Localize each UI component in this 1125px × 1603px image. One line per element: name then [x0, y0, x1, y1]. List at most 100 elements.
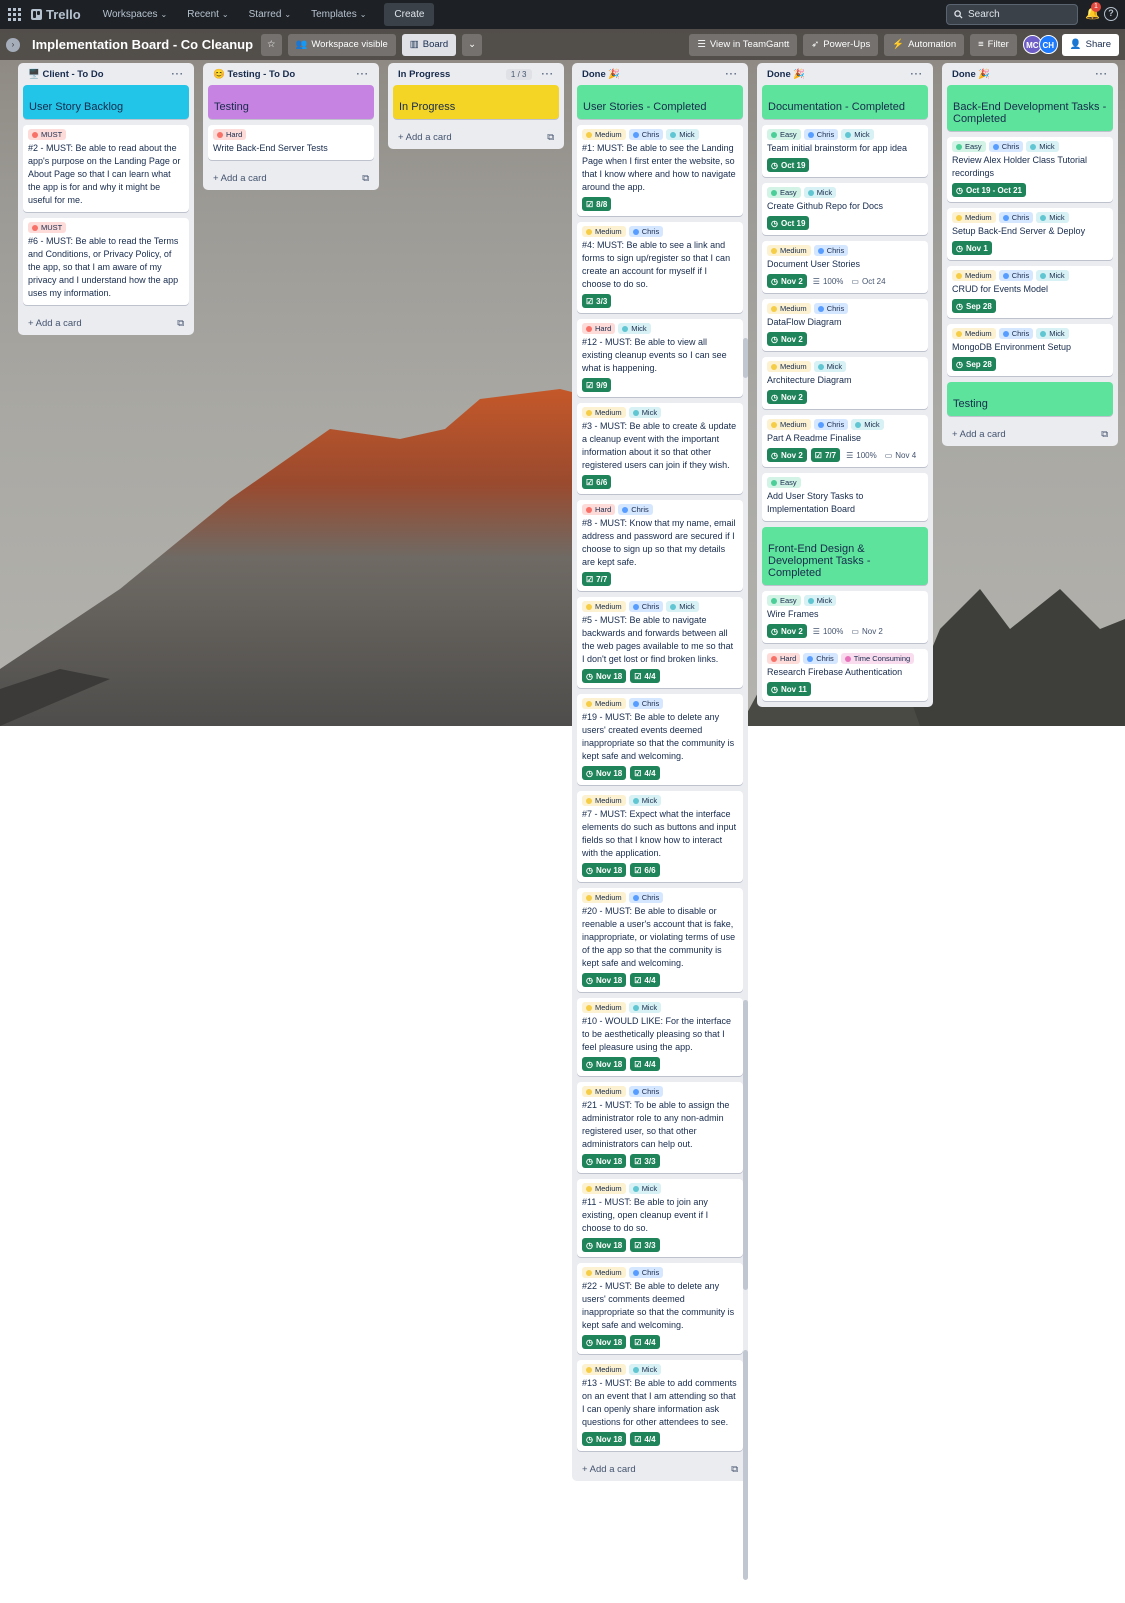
- task-card[interactable]: Medium Chris #22 - MUST: Be able to delete…: [577, 1263, 743, 1354]
- label-medium[interactable]: Medium: [582, 407, 626, 418]
- list-actions-icon[interactable]: ···: [542, 69, 555, 80]
- list-header[interactable]: Done 🎉 ···: [942, 63, 1118, 85]
- section-cover-card[interactable]: Documentation - Completed: [762, 85, 928, 119]
- label-medium[interactable]: Medium: [582, 698, 626, 709]
- label-chris[interactable]: Chris: [813, 419, 849, 430]
- list-title[interactable]: Done 🎉: [582, 69, 620, 80]
- label-chris[interactable]: Chris: [628, 892, 664, 903]
- task-card[interactable]: Easy Mick Create Github Repo for Docs ◷ Oct …: [762, 183, 928, 235]
- label-chris[interactable]: Chris: [803, 653, 838, 664]
- workspaces-menu[interactable]: Workspaces ⌄: [95, 4, 176, 25]
- task-card[interactable]: Medium Chris #21 - MUST: To be able to ass…: [577, 1082, 743, 1173]
- label-mick[interactable]: Mick: [1036, 270, 1069, 281]
- list-header[interactable]: Done 🎉 ···: [757, 63, 933, 85]
- list-actions-icon[interactable]: ···: [357, 69, 370, 80]
- label-mick[interactable]: Mick: [628, 1364, 662, 1375]
- checklist-badge[interactable]: ☑ 4/4: [630, 669, 660, 683]
- task-card[interactable]: Medium Mick #7 - MUST: Expect what the int…: [577, 791, 743, 882]
- task-card[interactable]: Medium Chris Mick MongoDB Environment Setup…: [947, 324, 1113, 376]
- label-mick[interactable]: Mick: [666, 601, 699, 612]
- checklist-badge[interactable]: ☑ 4/4: [630, 973, 660, 987]
- teamgantt-button[interactable]: ☰ View in TeamGantt: [689, 33, 798, 56]
- label-medium[interactable]: Medium: [582, 892, 626, 903]
- list-title[interactable]: 🖥️ Client - To Do: [28, 69, 104, 80]
- list-title[interactable]: 😊 Testing - To Do: [213, 69, 295, 80]
- task-card[interactable]: Medium Chris Mick Part A Readme Finalise ◷ No…: [762, 415, 928, 467]
- label-medium[interactable]: Medium: [582, 1183, 626, 1194]
- filter-button[interactable]: ≡ Filter: [970, 33, 1017, 56]
- due-date-badge[interactable]: ◷ Nov 2: [767, 448, 807, 462]
- checklist-badge[interactable]: ☑ 6/6: [582, 475, 612, 489]
- progress-badge[interactable]: ☰ 100%: [811, 624, 846, 638]
- due-date-badge[interactable]: ◷ Nov 18: [582, 669, 627, 683]
- label-medium[interactable]: Medium: [767, 245, 811, 256]
- label-mick[interactable]: Mick: [1036, 212, 1069, 223]
- list-header[interactable]: Done 🎉 ···: [572, 63, 748, 85]
- due-date-badge[interactable]: ◷ Nov 2: [767, 274, 807, 288]
- task-card[interactable]: Medium Chris DataFlow Diagram ◷ Nov 2: [762, 299, 928, 351]
- label-chris[interactable]: Chris: [998, 212, 1034, 223]
- label-easy[interactable]: Easy: [767, 129, 801, 140]
- list-header[interactable]: In Progress 1 / 3 ···: [388, 63, 564, 85]
- task-card[interactable]: Medium Chris Mick Setup Back-End Server & D…: [947, 208, 1113, 260]
- avatar[interactable]: CH: [1038, 35, 1058, 54]
- checklist-badge[interactable]: ☑ 4/4: [630, 1432, 660, 1446]
- progress-badge[interactable]: ☰ 100%: [844, 448, 879, 462]
- label-easy[interactable]: Easy: [952, 141, 986, 152]
- card-template-icon[interactable]: ⧉: [1101, 429, 1108, 440]
- label-medium[interactable]: Medium: [952, 328, 996, 339]
- label-mick[interactable]: Mick: [628, 1002, 662, 1013]
- card-template-icon[interactable]: ⧉: [362, 173, 369, 184]
- list-header[interactable]: 😊 Testing - To Do ···: [203, 63, 379, 85]
- label-medium[interactable]: Medium: [952, 212, 996, 223]
- task-card[interactable]: Medium Chris Mick CRUD for Events Model ◷ Sep…: [947, 266, 1113, 318]
- task-card[interactable]: Medium Mick #3 - MUST: Be able to create &…: [577, 403, 743, 494]
- section-cover-card[interactable]: Testing: [947, 382, 1113, 416]
- task-card[interactable]: Medium Chris Mick #1: MUST: Be able to see …: [577, 125, 743, 216]
- task-card[interactable]: Hard Chris Time Consuming Research Firebase…: [762, 649, 928, 701]
- label-mick[interactable]: Mick: [628, 1183, 662, 1194]
- label-easy[interactable]: Easy: [767, 477, 801, 488]
- label-medium[interactable]: Medium: [582, 795, 626, 806]
- checklist-badge[interactable]: ☑ 3/3: [630, 1238, 660, 1252]
- label-mick[interactable]: Mick: [803, 595, 837, 606]
- list-actions-icon[interactable]: ···: [1096, 69, 1109, 80]
- card-template-icon[interactable]: ⧉: [177, 318, 184, 329]
- label-mick[interactable]: Mick: [803, 187, 837, 198]
- checklist-badge[interactable]: ☑ 4/4: [630, 1057, 660, 1071]
- task-card[interactable]: Medium Chris #4: MUST: Be able to see a li…: [577, 222, 743, 313]
- sidebar-expand-icon[interactable]: ›: [6, 37, 20, 52]
- label-medium[interactable]: Medium: [582, 1364, 626, 1375]
- label-chris[interactable]: Chris: [628, 226, 664, 237]
- task-card[interactable]: Medium Chris #20 - MUST: Be able to disabl…: [577, 888, 743, 992]
- list-actions-icon[interactable]: ···: [172, 69, 185, 80]
- section-cover-card[interactable]: Testing: [208, 85, 374, 119]
- label-mick[interactable]: Mick: [813, 361, 847, 372]
- task-card[interactable]: Hard Chris #8 - MUST: Know that my name, e…: [577, 500, 743, 591]
- label-medium[interactable]: Medium: [582, 129, 626, 140]
- add-card-button[interactable]: + Add a card ⧉: [388, 125, 564, 149]
- label-medium[interactable]: Medium: [582, 601, 626, 612]
- checklist-badge[interactable]: ☑ 3/3: [630, 1154, 660, 1168]
- section-cover-card[interactable]: In Progress: [393, 85, 559, 119]
- help-icon[interactable]: ?: [1104, 7, 1118, 21]
- task-card[interactable]: Medium Mick #10 - WOULD LIKE: For the inte…: [577, 998, 743, 1076]
- label-chris[interactable]: Chris: [628, 1086, 664, 1097]
- due-date-badge[interactable]: ◷ Nov 18: [582, 973, 627, 987]
- label-chris[interactable]: Chris: [628, 698, 664, 709]
- task-card[interactable]: MUST #6 - MUST: Be able to read the Terms…: [23, 218, 189, 305]
- progress-badge[interactable]: ☰ 100%: [811, 274, 846, 288]
- view-switcher-button[interactable]: ⌄: [462, 33, 483, 56]
- due-date-badge[interactable]: ◷ Sep 28: [952, 299, 996, 313]
- task-card[interactable]: Hard Write Back-End Server Tests: [208, 125, 374, 160]
- task-card[interactable]: MUST #2 - MUST: Be able to read about the…: [23, 125, 189, 212]
- add-card-button[interactable]: + Add a card ⧉: [203, 166, 379, 190]
- checklist-badge[interactable]: ☑ 7/7: [582, 572, 612, 586]
- due-date-badge[interactable]: ◷ Oct 19: [767, 158, 810, 172]
- list-scrollbar[interactable]: [743, 1350, 748, 1580]
- label-medium[interactable]: Medium: [767, 419, 811, 430]
- section-cover-card[interactable]: User Stories - Completed: [577, 85, 743, 119]
- label-mick[interactable]: Mick: [851, 419, 884, 430]
- due-date-badge[interactable]: ◷ Nov 1: [952, 241, 992, 255]
- label-chris[interactable]: Chris: [618, 504, 653, 515]
